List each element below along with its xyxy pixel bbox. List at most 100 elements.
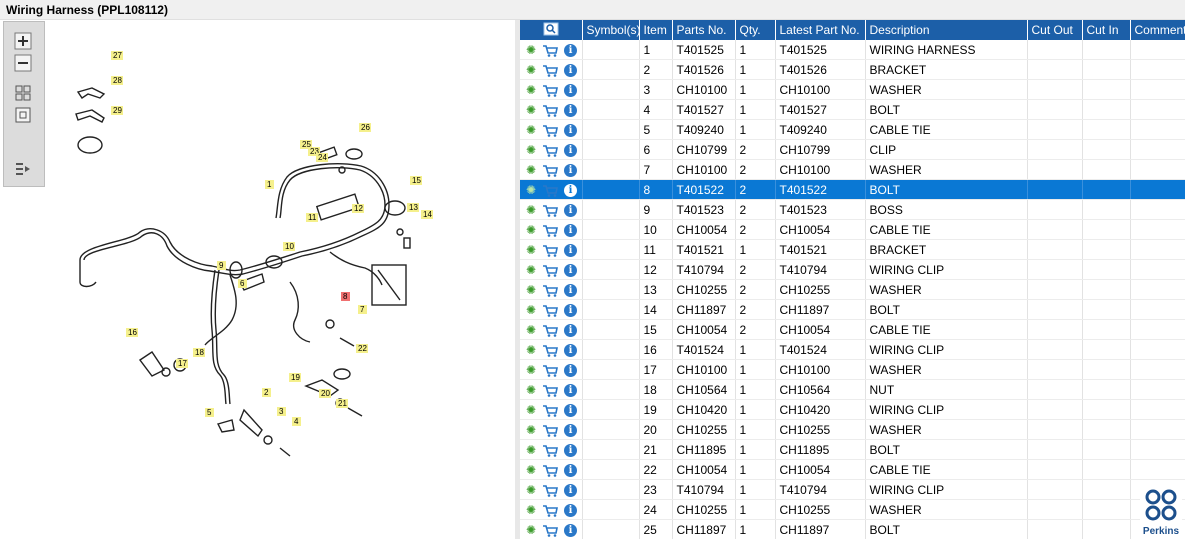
header-comment[interactable]: Comment — [1130, 20, 1185, 40]
header-parts-no[interactable]: Parts No. — [672, 20, 736, 40]
header-latest-part-no[interactable]: Latest Part No. — [775, 20, 866, 40]
settings-icon[interactable]: ✺ — [526, 464, 536, 476]
cart-icon[interactable] — [542, 264, 559, 277]
info-icon[interactable]: i — [564, 283, 578, 297]
settings-icon[interactable]: ✺ — [526, 104, 536, 116]
table-row[interactable]: ✺ i 13 CH10255 2 CH10255 WASHER — [520, 279, 1185, 300]
info-icon[interactable]: i — [564, 203, 578, 217]
info-icon[interactable]: i — [564, 303, 578, 317]
settings-icon[interactable]: ✺ — [526, 124, 536, 136]
settings-icon[interactable]: ✺ — [526, 84, 536, 96]
table-row[interactable]: ✺ i 23 T410794 1 T410794 WIRING CLIP — [520, 479, 1185, 500]
cart-icon[interactable] — [542, 44, 559, 57]
cart-icon[interactable] — [542, 164, 559, 177]
settings-icon[interactable]: ✺ — [526, 384, 536, 396]
info-icon[interactable]: i — [564, 363, 578, 377]
info-icon[interactable]: i — [564, 443, 578, 457]
cart-icon[interactable] — [542, 64, 559, 77]
settings-icon[interactable]: ✺ — [526, 164, 536, 176]
cart-icon[interactable] — [542, 404, 559, 417]
diagram-canvas[interactable]: 27 28 29 26 25 23 24 1 15 12 11 13 14 10… — [0, 20, 515, 539]
settings-icon[interactable]: ✺ — [526, 504, 536, 516]
info-icon[interactable]: i — [564, 43, 578, 57]
cart-icon[interactable] — [542, 444, 559, 457]
info-icon[interactable]: i — [564, 183, 578, 197]
export-button[interactable] — [13, 160, 33, 178]
settings-icon[interactable]: ✺ — [526, 344, 536, 356]
cart-icon[interactable] — [542, 84, 559, 97]
table-row[interactable]: ✺ i 20 CH10255 1 CH10255 WASHER — [520, 419, 1185, 440]
table-row[interactable]: ✺ i 9 T401523 2 T401523 BOSS — [520, 199, 1185, 220]
info-icon[interactable]: i — [564, 123, 578, 137]
table-row[interactable]: ✺ i 25 CH11897 1 CH11897 BOLT — [520, 519, 1185, 539]
info-icon[interactable]: i — [564, 263, 578, 277]
settings-icon[interactable]: ✺ — [526, 364, 536, 376]
settings-icon[interactable]: ✺ — [526, 304, 536, 316]
table-row[interactable]: ✺ i 8 T401522 2 T401522 BOLT — [520, 179, 1185, 200]
header-qty[interactable]: Qty. — [735, 20, 776, 40]
settings-icon[interactable]: ✺ — [526, 244, 536, 256]
info-icon[interactable]: i — [564, 63, 578, 77]
info-icon[interactable]: i — [564, 423, 578, 437]
info-icon[interactable]: i — [564, 463, 578, 477]
table-row[interactable]: ✺ i 4 T401527 1 T401527 BOLT — [520, 99, 1185, 120]
info-icon[interactable]: i — [564, 163, 578, 177]
header-description[interactable]: Description — [865, 20, 1028, 40]
info-icon[interactable]: i — [564, 483, 578, 497]
table-row[interactable]: ✺ i 24 CH10255 1 CH10255 WASHER — [520, 499, 1185, 520]
settings-icon[interactable]: ✺ — [526, 184, 536, 196]
info-icon[interactable]: i — [564, 143, 578, 157]
info-icon[interactable]: i — [564, 83, 578, 97]
settings-icon[interactable]: ✺ — [526, 424, 536, 436]
table-row[interactable]: ✺ i 11 T401521 1 T401521 BRACKET — [520, 239, 1185, 260]
header-cut-out[interactable]: Cut Out — [1027, 20, 1083, 40]
settings-icon[interactable]: ✺ — [526, 64, 536, 76]
cart-icon[interactable] — [542, 104, 559, 117]
table-row[interactable]: ✺ i 12 T410794 2 T410794 WIRING CLIP — [520, 259, 1185, 280]
cart-icon[interactable] — [542, 144, 559, 157]
settings-icon[interactable]: ✺ — [526, 264, 536, 276]
cart-icon[interactable] — [542, 484, 559, 497]
settings-icon[interactable]: ✺ — [526, 484, 536, 496]
table-row[interactable]: ✺ i 14 CH11897 2 CH11897 BOLT — [520, 299, 1185, 320]
info-icon[interactable]: i — [564, 383, 578, 397]
settings-icon[interactable]: ✺ — [526, 444, 536, 456]
info-icon[interactable]: i — [564, 243, 578, 257]
table-row[interactable]: ✺ i 22 CH10054 1 CH10054 CABLE TIE — [520, 459, 1185, 480]
table-row[interactable]: ✺ i 16 T401524 1 T401524 WIRING CLIP — [520, 339, 1185, 360]
header-symbols[interactable]: Symbol(s) — [582, 20, 640, 40]
cart-icon[interactable] — [542, 244, 559, 257]
info-icon[interactable]: i — [564, 503, 578, 517]
table-row[interactable]: ✺ i 19 CH10420 1 CH10420 WIRING CLIP — [520, 399, 1185, 420]
table-row[interactable]: ✺ i 2 T401526 1 T401526 BRACKET — [520, 59, 1185, 80]
zoom-out-button[interactable] — [13, 54, 33, 72]
settings-icon[interactable]: ✺ — [526, 524, 536, 536]
settings-icon[interactable]: ✺ — [526, 224, 536, 236]
cart-icon[interactable] — [542, 284, 559, 297]
cart-icon[interactable] — [542, 344, 559, 357]
table-row[interactable]: ✺ i 18 CH10564 1 CH10564 NUT — [520, 379, 1185, 400]
info-icon[interactable]: i — [564, 343, 578, 357]
table-row[interactable]: ✺ i 15 CH10054 2 CH10054 CABLE TIE — [520, 319, 1185, 340]
cart-icon[interactable] — [542, 504, 559, 517]
info-icon[interactable]: i — [564, 523, 578, 537]
info-icon[interactable]: i — [564, 103, 578, 117]
table-row[interactable]: ✺ i 21 CH11895 1 CH11895 BOLT — [520, 439, 1185, 460]
header-item[interactable]: Item — [639, 20, 673, 40]
header-search[interactable] — [520, 20, 583, 40]
cart-icon[interactable] — [542, 304, 559, 317]
info-icon[interactable]: i — [564, 323, 578, 337]
cart-icon[interactable] — [542, 424, 559, 437]
settings-icon[interactable]: ✺ — [526, 144, 536, 156]
settings-icon[interactable]: ✺ — [526, 204, 536, 216]
table-row[interactable]: ✺ i 5 T409240 1 T409240 CABLE TIE — [520, 119, 1185, 140]
table-row[interactable]: ✺ i 3 CH10100 1 CH10100 WASHER — [520, 79, 1185, 100]
header-cut-in[interactable]: Cut In — [1082, 20, 1131, 40]
settings-icon[interactable]: ✺ — [526, 44, 536, 56]
settings-icon[interactable]: ✺ — [526, 404, 536, 416]
fit-window-button[interactable] — [13, 106, 33, 124]
info-icon[interactable]: i — [564, 403, 578, 417]
search-icon[interactable] — [543, 22, 559, 36]
exploded-diagram[interactable]: 27 28 29 26 25 23 24 1 15 12 11 13 14 10… — [0, 20, 515, 539]
table-row[interactable]: ✺ i 10 CH10054 2 CH10054 CABLE TIE — [520, 219, 1185, 240]
